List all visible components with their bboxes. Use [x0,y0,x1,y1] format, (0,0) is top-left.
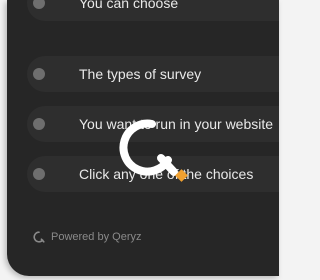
survey-widget-panel: You can choose The types of survey You w… [7,0,279,276]
survey-option[interactable]: You can choose [27,0,279,21]
survey-option-label: You can choose [79,0,179,11]
radio-icon[interactable] [33,118,45,130]
survey-option[interactable]: The types of survey [27,56,279,92]
survey-option-label: The types of survey [79,66,202,82]
radio-icon[interactable] [33,168,45,180]
radio-icon[interactable] [33,0,45,9]
qeryz-logo-icon [33,231,45,243]
powered-by-text: Powered by Qeryz [51,231,142,243]
powered-by-footer[interactable]: Powered by Qeryz [33,231,141,243]
radio-icon[interactable] [33,68,45,80]
qeryz-loading-spinner-icon [104,110,196,192]
